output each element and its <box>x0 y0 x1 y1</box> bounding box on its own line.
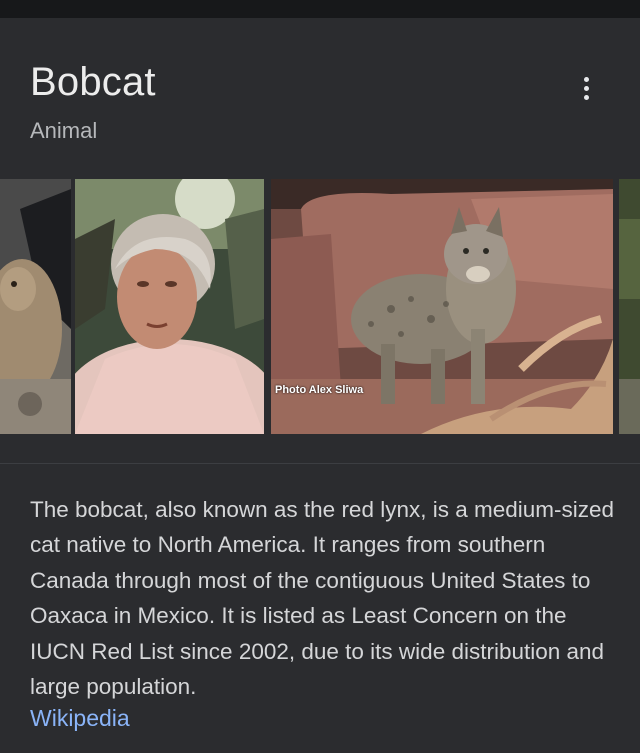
elderly-woman-image[interactable] <box>75 179 264 434</box>
wikipedia-link[interactable]: Wikipedia <box>30 705 130 732</box>
edge-partial-image[interactable] <box>619 179 640 434</box>
more-vertical-icon[interactable] <box>570 70 602 106</box>
entity-type-subtitle: Animal <box>30 118 98 143</box>
status-bar <box>0 0 640 18</box>
section-divider <box>0 463 640 464</box>
photo-credit: Photo Alex Sliwa <box>275 384 364 396</box>
page-title: Bobcat <box>30 60 156 104</box>
bobcat-partial-image[interactable] <box>0 179 71 434</box>
description-text: The bobcat, also known as the red lynx, … <box>30 497 615 700</box>
